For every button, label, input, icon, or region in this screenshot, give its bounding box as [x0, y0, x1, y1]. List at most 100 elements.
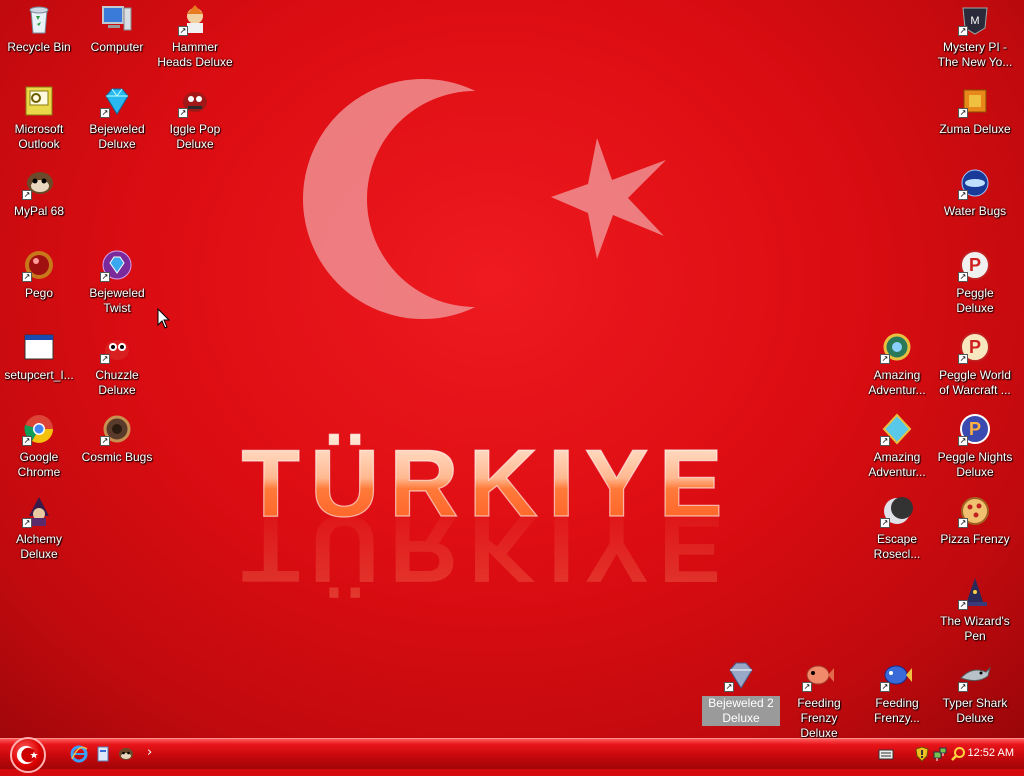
- svg-text:M: M: [970, 15, 979, 27]
- mypal-icon[interactable]: [117, 745, 135, 763]
- peggle-shortcut[interactable]: P ↗ Peggle Deluxe: [936, 248, 1014, 328]
- water-bugs-icon: ↗: [958, 166, 992, 200]
- taskbar: › 12:52 AM: [0, 737, 1024, 773]
- svg-text:P: P: [969, 419, 981, 439]
- network-icon[interactable]: [932, 746, 948, 762]
- mystery-pi-icon: M ↗: [958, 2, 992, 36]
- typer-shark-shortcut[interactable]: ↗ Typer Shark Deluxe: [936, 658, 1014, 738]
- zuma-label: Zuma Deluxe: [939, 122, 1011, 136]
- pego-shortcut[interactable]: ↗ Pego: [0, 248, 78, 328]
- alchemy-icon: ↗: [22, 494, 56, 528]
- search-icon[interactable]: [950, 746, 966, 762]
- shield-icon[interactable]: [914, 746, 930, 762]
- fish-icon: ↗: [802, 658, 836, 692]
- feeding-frenzy-2-label: Feeding Frenzy...: [874, 696, 920, 725]
- computer-label: Computer: [90, 40, 144, 54]
- pego-label: Pego: [24, 286, 54, 300]
- computer-icon: [100, 2, 134, 36]
- feeding-frenzy-shortcut[interactable]: ↗ Feeding Frenzy Deluxe: [780, 658, 858, 738]
- recycle-bin-icon: [22, 2, 56, 36]
- bejeweled-2-gem-icon: ↗: [724, 658, 758, 692]
- pego-icon: ↗: [22, 248, 56, 282]
- mypal-icon: ↗: [22, 166, 56, 200]
- twist-gem-icon: ↗: [100, 248, 134, 282]
- recycle-bin-label: Recycle Bin: [7, 40, 71, 54]
- peggle-nights-icon: P ↗: [958, 412, 992, 446]
- chuzzle-icon: ↗: [100, 330, 134, 364]
- peggle-nights-shortcut[interactable]: P ↗ Peggle Nights Deluxe: [936, 412, 1014, 492]
- chrome-label: Google Chrome: [17, 450, 61, 479]
- escape-rosecliff-shortcut[interactable]: ↗ Escape Rosecl...: [858, 494, 936, 574]
- zuma-frog-icon: ↗: [958, 84, 992, 118]
- hammer-heads-icon: ↗: [178, 2, 212, 36]
- amazing-adventures-1-label: Amazing Adventur...: [868, 368, 926, 397]
- computer-shortcut[interactable]: Computer: [78, 2, 156, 82]
- peggle-nights-label: Peggle Nights Deluxe: [937, 450, 1013, 479]
- svg-text:P: P: [969, 255, 981, 275]
- chuzzle-label: Chuzzle Deluxe: [95, 368, 139, 397]
- cosmic-bugs-shortcut[interactable]: ↗ Cosmic Bugs: [78, 412, 156, 492]
- zuma-shortcut[interactable]: ↗ Zuma Deluxe: [936, 84, 1014, 164]
- feeding-frenzy-label: Feeding Frenzy Deluxe: [797, 696, 841, 738]
- bejeweled-twist-shortcut[interactable]: ↗ Bejeweled Twist: [78, 248, 156, 328]
- cosmic-bugs-label: Cosmic Bugs: [81, 450, 153, 464]
- fish-2-icon: ↗: [880, 658, 914, 692]
- moon-icon: ↗: [880, 494, 914, 528]
- pizza-frenzy-shortcut[interactable]: ↗ Pizza Frenzy: [936, 494, 1014, 574]
- clock[interactable]: 12:52 AM: [968, 747, 1014, 759]
- hammer-heads-label: Hammer Heads Deluxe: [157, 40, 233, 69]
- internet-explorer-icon[interactable]: [70, 745, 88, 763]
- pizza-frenzy-label: Pizza Frenzy: [940, 532, 1010, 546]
- mystery-pi-shortcut[interactable]: M ↗ Mystery PI - The New Yo...: [936, 2, 1014, 82]
- alchemy-shortcut[interactable]: ↗ Alchemy Deluxe: [0, 494, 78, 574]
- desktop[interactable]: TÜRKIYE TÜRKIYE Recycle Bin Microsoft Ou…: [0, 0, 1024, 738]
- feeding-frenzy-2-shortcut[interactable]: ↗ Feeding Frenzy...: [858, 658, 936, 738]
- amazing-adventures-1-shortcut[interactable]: ↗ Amazing Adventur...: [858, 330, 936, 410]
- peggle-wow-label: Peggle World of Warcraft ...: [939, 368, 1011, 397]
- pizza-icon: ↗: [958, 494, 992, 528]
- iggle-pop-shortcut[interactable]: ↗ Iggle Pop Deluxe: [156, 84, 234, 164]
- outlook-icon: [22, 84, 56, 118]
- mouse-pointer-icon: [157, 308, 171, 329]
- crescent-star-icon: [17, 746, 38, 764]
- crystal-compass-icon: ↗: [880, 412, 914, 446]
- keyboard-icon[interactable]: [878, 746, 894, 762]
- wizards-pen-label: The Wizard's Pen: [940, 614, 1010, 643]
- mypal-shortcut[interactable]: ↗ MyPal 68: [0, 166, 78, 246]
- file-icon[interactable]: [94, 745, 112, 763]
- bejeweled-2-shortcut[interactable]: ↗ Bejeweled 2 Deluxe: [702, 658, 780, 738]
- quick-launch-more[interactable]: ›: [147, 745, 152, 760]
- bejeweled-deluxe-label: Bejeweled Deluxe: [89, 122, 145, 151]
- water-bugs-label: Water Bugs: [943, 204, 1007, 218]
- outlook-label: Microsoft Outlook: [14, 122, 64, 151]
- chrome-shortcut[interactable]: ↗ Google Chrome: [0, 412, 78, 492]
- chrome-icon: ↗: [22, 412, 56, 446]
- bejeweled-deluxe-shortcut[interactable]: ↗ Bejeweled Deluxe: [78, 84, 156, 164]
- setupcert-label: setupcert_I...: [4, 368, 74, 382]
- wizards-pen-shortcut[interactable]: ↗ The Wizard's Pen: [936, 576, 1014, 656]
- recycle-bin-shortcut[interactable]: Recycle Bin: [0, 2, 78, 82]
- amazing-adventures-2-label: Amazing Adventur...: [868, 450, 926, 479]
- peggle-wow-icon: P ↗: [958, 330, 992, 364]
- peggle-wow-shortcut[interactable]: P ↗ Peggle World of Warcraft ...: [936, 330, 1014, 410]
- chuzzle-shortcut[interactable]: ↗ Chuzzle Deluxe: [78, 330, 156, 410]
- alchemy-label: Alchemy Deluxe: [15, 532, 62, 561]
- peggle-label: Peggle Deluxe: [956, 286, 994, 315]
- mystery-pi-label: Mystery PI - The New Yo...: [937, 40, 1013, 69]
- hammer-heads-shortcut[interactable]: ↗ Hammer Heads Deluxe: [156, 2, 234, 82]
- shark-icon: ↗: [958, 658, 992, 692]
- setupcert-shortcut[interactable]: setupcert_I...: [0, 330, 78, 410]
- amazing-adventures-2-shortcut[interactable]: ↗ Amazing Adventur...: [858, 412, 936, 492]
- svg-text:P: P: [969, 337, 981, 357]
- bejeweled-twist-label: Bejeweled Twist: [89, 286, 145, 315]
- mypal-label: MyPal 68: [13, 204, 65, 218]
- wizard-hat-icon: ↗: [958, 576, 992, 610]
- globe-compass-icon: ↗: [880, 330, 914, 364]
- escape-rosecliff-label: Escape Rosecl...: [873, 532, 921, 561]
- iggle-pop-icon: ↗: [178, 84, 212, 118]
- water-bugs-shortcut[interactable]: ↗ Water Bugs: [936, 166, 1014, 246]
- outlook-shortcut[interactable]: Microsoft Outlook: [0, 84, 78, 164]
- iggle-pop-label: Iggle Pop Deluxe: [169, 122, 221, 151]
- system-tray: 12:52 AM: [864, 739, 1024, 769]
- cosmic-bugs-icon: ↗: [100, 412, 134, 446]
